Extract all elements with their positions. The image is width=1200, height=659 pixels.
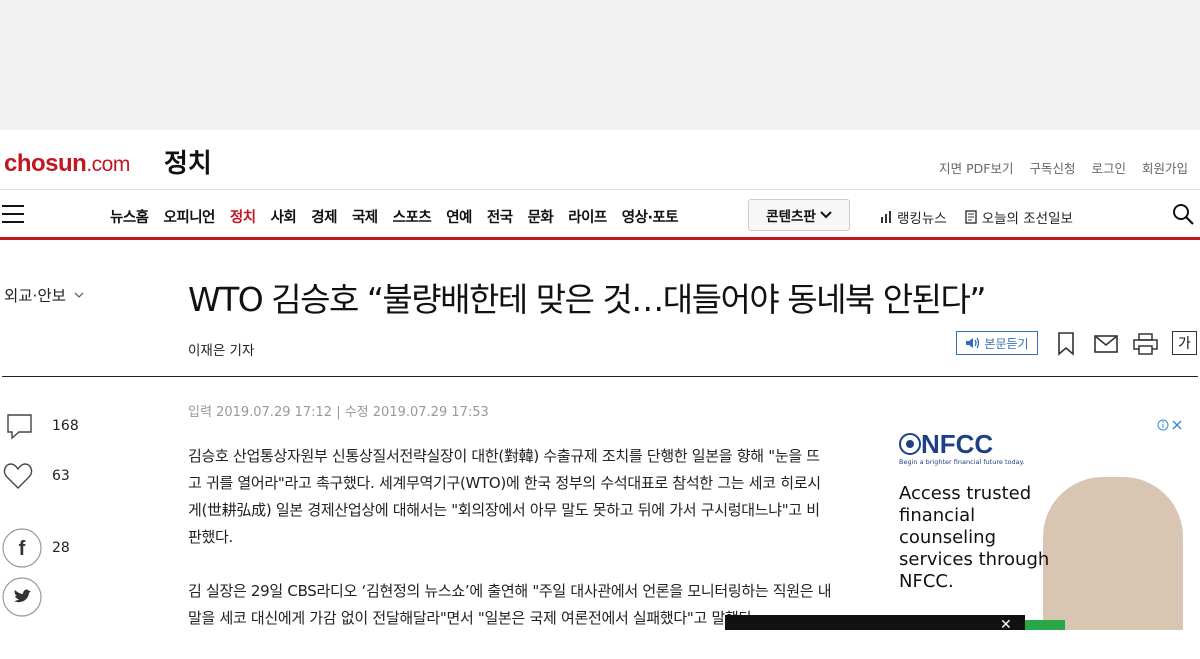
print-icon[interactable]: [1133, 333, 1158, 355]
ranking-news-label: 랭킹뉴스: [897, 211, 947, 227]
content-board-button[interactable]: 콘텐츠판: [748, 199, 850, 231]
comment-count: 168: [52, 418, 79, 434]
nav-item-opinion[interactable]: 오피니언: [164, 206, 216, 227]
nav-item-entertainment[interactable]: 연예: [446, 206, 472, 227]
nav-item-life[interactable]: 라이프: [568, 206, 607, 227]
sidebar-ad[interactable]: NFCC Begin a brighter financial future t…: [883, 417, 1183, 630]
today-paper-link[interactable]: 오늘의 조선일보: [964, 207, 1073, 227]
category-dropdown[interactable]: 외교·안보: [4, 284, 84, 306]
close-icon[interactable]: ✕: [1000, 617, 1012, 633]
nav-item-international[interactable]: 국제: [352, 206, 378, 227]
facebook-icon: f: [2, 528, 42, 568]
top-ad-banner: [0, 0, 1200, 130]
logo-main-text: chosun: [4, 150, 87, 177]
nfcc-emblem-icon: [899, 433, 921, 455]
bookmark-icon[interactable]: [1056, 332, 1076, 356]
ad-photo: [1043, 477, 1183, 630]
today-paper-label: 오늘의 조선일보: [981, 211, 1073, 227]
sticky-green-button[interactable]: [1025, 620, 1065, 630]
heart-icon: [3, 463, 33, 489]
nav-item-video-photo[interactable]: 영상·포토: [622, 206, 679, 227]
menu-icon[interactable]: [2, 205, 24, 223]
nav-menu: 뉴스홈 오피니언 정치 사회 경제 국제 스포츠 연예 전국 문화 라이프 영상…: [110, 206, 679, 227]
font-size-button[interactable]: 가: [1172, 331, 1197, 355]
ad-tagline: Begin a brighter financial future today.: [899, 458, 1025, 466]
article-paragraph: 김승호 산업통상자원부 신통상질서전략실장이 대한(對韓) 수출규제 조치를 단…: [188, 447, 821, 546]
chevron-down-icon: [820, 211, 832, 219]
newspaper-icon: [964, 210, 977, 224]
comment-button[interactable]: 168: [2, 412, 79, 440]
nav-extras: 랭킹뉴스 오늘의 조선일보: [880, 207, 1073, 227]
nfcc-logo: NFCC: [899, 429, 993, 460]
nav-item-economy[interactable]: 경제: [311, 206, 337, 227]
byline[interactable]: 이재은 기자: [188, 339, 254, 359]
listen-button[interactable]: 본문듣기: [956, 331, 1038, 355]
pdf-view-link[interactable]: 지면 PDF보기: [939, 158, 1013, 177]
login-link[interactable]: 로그인: [1091, 158, 1126, 177]
search-icon[interactable]: [1172, 203, 1194, 225]
nav-item-politics[interactable]: 정치: [230, 206, 256, 227]
chevron-down-icon: [74, 292, 84, 298]
section-title[interactable]: 정치: [164, 143, 212, 180]
subscribe-link[interactable]: 구독신청: [1029, 158, 1075, 177]
nav-item-regional[interactable]: 전국: [487, 206, 513, 227]
masthead: chosun.com 정치 지면 PDF보기 구독신청 로그인 회원가입: [0, 130, 1200, 190]
comment-icon: [7, 414, 32, 440]
sticky-video-bar[interactable]: [725, 615, 1025, 630]
speaker-icon: [966, 337, 980, 349]
nav-item-society[interactable]: 사회: [271, 206, 297, 227]
nav-item-culture[interactable]: 문화: [528, 206, 554, 227]
info-icon[interactable]: [1157, 419, 1169, 431]
chosun-logo[interactable]: chosun.com: [4, 150, 130, 178]
like-count: 63: [52, 468, 70, 484]
facebook-share-button[interactable]: f 28: [2, 528, 70, 568]
dateline: 입력 2019.07.29 17:12 | 수정 2019.07.29 17:5…: [188, 405, 489, 420]
article-headline: WTO 김승호 “불량배한테 맞은 것…대들어야 동네북 안된다”: [188, 280, 986, 319]
global-nav: 뉴스홈 오피니언 정치 사회 경제 국제 스포츠 연예 전국 문화 라이프 영상…: [0, 191, 1200, 240]
utility-links: 지면 PDF보기 구독신청 로그인 회원가입: [939, 158, 1188, 177]
header-divider: [2, 376, 1198, 377]
ad-copy: Access trusted financial counseling serv…: [899, 483, 1050, 592]
svg-text:f: f: [19, 538, 26, 560]
bar-chart-icon: [881, 211, 891, 223]
content-board-label: 콘텐츠판: [766, 209, 816, 225]
adchoices[interactable]: [1151, 417, 1183, 433]
signup-link[interactable]: 회원가입: [1142, 158, 1188, 177]
ranking-news-link[interactable]: 랭킹뉴스: [880, 207, 947, 227]
ad-brand: NFCC: [921, 429, 994, 459]
nav-item-newshome[interactable]: 뉴스홈: [110, 206, 149, 227]
twitter-share-button[interactable]: [2, 577, 42, 617]
nav-item-sports[interactable]: 스포츠: [393, 206, 432, 227]
logo-domain-text: .com: [86, 153, 130, 176]
mail-icon[interactable]: [1094, 335, 1118, 353]
close-icon[interactable]: [1171, 419, 1183, 431]
like-button[interactable]: 63: [2, 462, 70, 490]
category-label: 외교·안보: [4, 287, 66, 305]
twitter-icon: [2, 577, 42, 617]
facebook-count: 28: [52, 540, 70, 556]
listen-label: 본문듣기: [984, 336, 1029, 351]
